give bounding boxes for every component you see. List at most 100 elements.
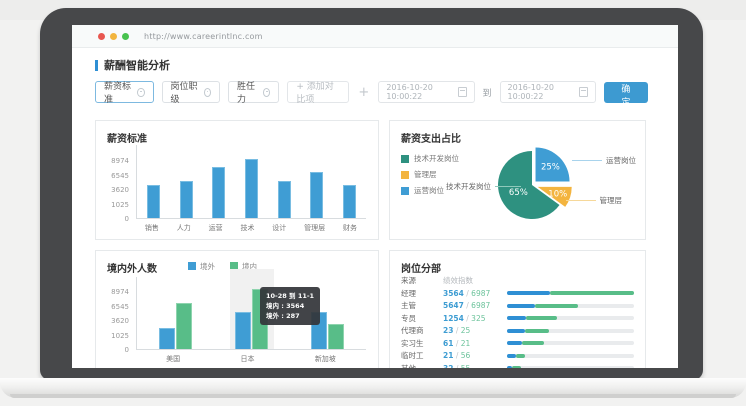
chart-grid: 薪资标准 01025362065458974 销售人力运营技术设计管理层财务 薪… bbox=[95, 120, 648, 368]
page-content: 薪酬智能分析 薪资标准 岗位职级 胜任力 + 添加对比项 bbox=[72, 57, 678, 368]
progress-track bbox=[507, 366, 634, 368]
legend-item-技术开发岗位[interactable]: 技术开发岗位 bbox=[401, 153, 459, 164]
calendar-icon[interactable] bbox=[458, 87, 466, 97]
filter-chip-position-level[interactable]: 岗位职级 bbox=[162, 81, 221, 103]
remove-icon[interactable] bbox=[137, 88, 144, 97]
pie-callout-right-bottom: 管理层 bbox=[566, 195, 623, 206]
x-tick-label: 美国 bbox=[166, 354, 180, 364]
value-separator: / bbox=[453, 326, 460, 335]
tooltip-overseas-value: 境外 : 287 bbox=[266, 311, 314, 321]
progress-track bbox=[507, 316, 634, 320]
column-header-source: 来源 bbox=[401, 275, 443, 286]
filter-chip-competency[interactable]: 胜任力 bbox=[228, 81, 279, 103]
value-secondary: 325 bbox=[471, 314, 485, 323]
bar-日本-境外[interactable] bbox=[235, 312, 251, 349]
y-tick-label: 6545 bbox=[99, 303, 129, 311]
x-axis-labels: 销售人力运营技术设计管理层财务 bbox=[136, 223, 366, 233]
bar-group-美国 bbox=[159, 303, 192, 349]
x-axis-labels: 美国日本新加坡 bbox=[136, 354, 366, 364]
progress-blue-segment bbox=[507, 304, 535, 308]
x-tick-label: 管理层 bbox=[304, 223, 325, 233]
tooltip-domestic-value: 境内 : 3564 bbox=[266, 301, 314, 311]
value-secondary: 55 bbox=[461, 364, 471, 368]
address-url: http://www.careerintlnc.com bbox=[144, 32, 263, 41]
legend-swatch bbox=[401, 171, 409, 179]
panel-position-distribution: 岗位分部 来源 绩效指数 经理3564 / 6987主管5647 / 6987专… bbox=[389, 250, 646, 368]
y-tick-label: 8974 bbox=[99, 288, 129, 296]
bar-技术[interactable] bbox=[245, 159, 258, 218]
legend-item-管理层[interactable]: 管理层 bbox=[401, 169, 459, 180]
progress-blue-segment bbox=[507, 354, 516, 358]
row-values: 21 / 56 bbox=[443, 351, 507, 360]
date-range-to-label: 到 bbox=[483, 86, 492, 99]
bar-销售[interactable] bbox=[147, 185, 160, 218]
value-primary: 1254 bbox=[443, 314, 464, 323]
pie-slice-percent-label: 10% bbox=[548, 189, 567, 199]
add-icon[interactable]: + bbox=[358, 86, 369, 99]
confirm-button[interactable]: 确定 bbox=[604, 82, 648, 103]
x-tick-label: 技术 bbox=[240, 223, 254, 233]
bar-管理层[interactable] bbox=[310, 172, 323, 218]
x-tick-label: 设计 bbox=[272, 223, 286, 233]
leader-line bbox=[566, 200, 596, 201]
pie-slice-percent-label: 25% bbox=[541, 163, 560, 173]
progress-track bbox=[507, 354, 634, 358]
bar-新加坡-境内[interactable] bbox=[328, 324, 344, 349]
value-primary: 32 bbox=[443, 364, 453, 368]
y-tick-label: 1025 bbox=[99, 332, 129, 340]
progress-green-segment bbox=[525, 329, 549, 333]
window-expand-dot-icon[interactable] bbox=[122, 33, 129, 40]
window-close-dot-icon[interactable] bbox=[98, 33, 105, 40]
pie-callout-left: 技术开发岗位 bbox=[446, 181, 521, 192]
value-separator: / bbox=[453, 339, 460, 348]
pie-callout-right-top: 运营岗位 bbox=[572, 155, 636, 166]
table-row-主管: 主管5647 / 6987 bbox=[401, 300, 634, 313]
legend-swatch bbox=[401, 187, 409, 195]
row-values: 32 / 55 bbox=[443, 364, 507, 368]
y-axis: 01025362065458974 bbox=[100, 121, 132, 219]
remove-icon[interactable] bbox=[204, 88, 211, 97]
row-values: 61 / 21 bbox=[443, 339, 507, 348]
y-axis: 01025362065458974 bbox=[100, 251, 132, 350]
bar-美国-境内[interactable] bbox=[176, 303, 192, 349]
filter-chip-label: 胜任力 bbox=[237, 79, 257, 105]
progress-blue-segment bbox=[507, 291, 550, 295]
filter-chip-salary-standard[interactable]: 薪资标准 bbox=[95, 81, 154, 103]
y-tick-label: 8974 bbox=[99, 157, 129, 165]
bar-设计[interactable] bbox=[278, 181, 291, 218]
legend-item-overseas[interactable]: 境外 bbox=[188, 261, 215, 272]
date-to-value: 2016-10-20 10:00:22 bbox=[508, 83, 574, 101]
bar-美国-境外[interactable] bbox=[159, 328, 175, 349]
date-from-input[interactable]: 2016-10-20 10:00:22 bbox=[378, 81, 474, 103]
column-header-index: 绩效指数 bbox=[443, 275, 507, 286]
progress-track bbox=[507, 329, 634, 333]
x-tick-label: 财务 bbox=[343, 223, 357, 233]
value-primary: 5647 bbox=[443, 301, 464, 310]
filter-chip-label: 岗位职级 bbox=[171, 79, 198, 105]
table-row-专员: 专员1254 / 325 bbox=[401, 312, 634, 325]
date-to-input[interactable]: 2016-10-20 10:00:22 bbox=[500, 81, 596, 103]
tooltip-date-range: 10-28 到 11-1 bbox=[266, 291, 314, 301]
y-tick-label: 0 bbox=[99, 215, 129, 223]
add-comparison-chip[interactable]: + 添加对比项 bbox=[287, 81, 349, 103]
bar-人力[interactable] bbox=[180, 181, 193, 218]
table-row-经理: 经理3564 / 6987 bbox=[401, 287, 634, 300]
value-separator: / bbox=[453, 351, 460, 360]
calendar-icon[interactable] bbox=[579, 87, 587, 97]
bar-财务[interactable] bbox=[343, 185, 356, 218]
y-tick-label: 3620 bbox=[99, 317, 129, 325]
progress-track bbox=[507, 341, 634, 345]
window-minimize-dot-icon[interactable] bbox=[110, 33, 117, 40]
row-label: 实习生 bbox=[401, 338, 443, 349]
remove-icon[interactable] bbox=[263, 88, 270, 97]
legend-label: 管理层 bbox=[414, 169, 437, 180]
legend-label: 境外 bbox=[200, 262, 215, 271]
pie-callout-label: 管理层 bbox=[600, 195, 623, 206]
add-comparison-label: + 添加对比项 bbox=[296, 79, 340, 105]
title-accent-bar bbox=[95, 60, 98, 71]
row-label: 专员 bbox=[401, 313, 443, 324]
bar-运营[interactable] bbox=[212, 167, 225, 218]
row-values: 5647 / 6987 bbox=[443, 301, 507, 310]
legend-swatch bbox=[401, 155, 409, 163]
value-primary: 21 bbox=[443, 351, 453, 360]
